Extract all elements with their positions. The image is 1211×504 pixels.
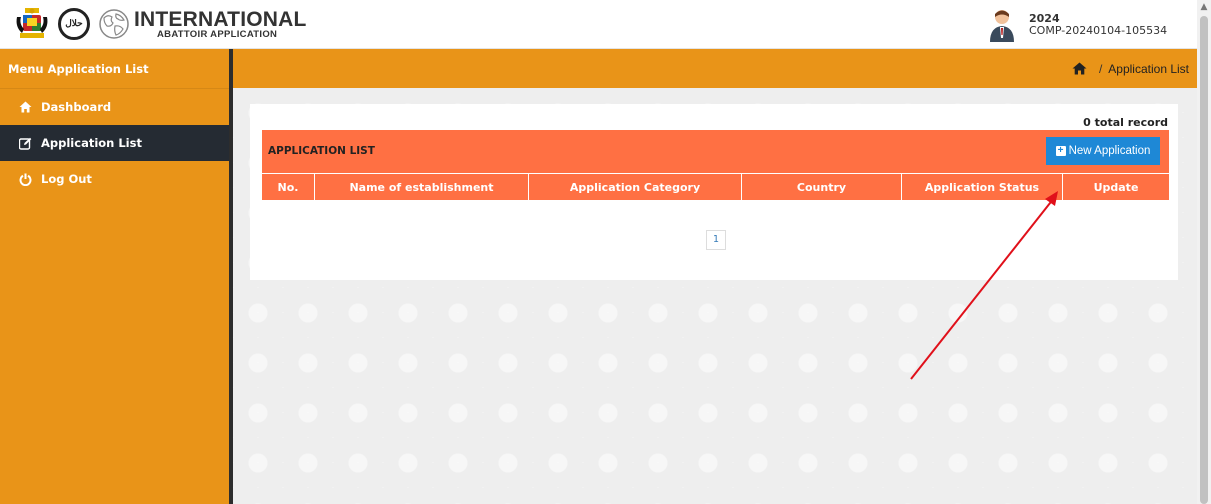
brand-subtitle: ABATTOIR APPLICATION (157, 28, 278, 40)
sidebar-item-label: Application List (41, 136, 142, 150)
column-header-no[interactable]: No. (262, 173, 315, 200)
home-icon[interactable] (1072, 62, 1087, 75)
new-application-label: New Application (1068, 145, 1151, 157)
halal-logo: حلال (58, 8, 90, 40)
table-header-row: No. Name of establishment Application Ca… (262, 173, 1169, 200)
user-id: COMP-20240104-105534 (1029, 24, 1168, 37)
new-application-button[interactable]: + New Application (1046, 137, 1160, 165)
sidebar-item-label: Log Out (41, 172, 92, 186)
top-header: حلال INTERNATIONAL ABATTOIR APPLICATION … (0, 0, 1208, 49)
user-avatar-icon (990, 10, 1014, 42)
list-title: APPLICATION LIST (268, 145, 375, 157)
sidebar-item-dashboard[interactable]: Dashboard (0, 89, 229, 125)
globe-logo (99, 9, 129, 39)
sidebar-item-label: Dashboard (41, 100, 112, 114)
user-menu[interactable]: 2024 COMP-20240104-105534 (989, 6, 1208, 44)
content-header: / Application List (233, 49, 1197, 88)
brand-title: INTERNATIONAL (134, 7, 307, 31)
power-icon (17, 171, 33, 187)
application-list-panel: 0 total record APPLICATION LIST + New Ap… (250, 104, 1178, 280)
sidebar: Menu Application List Dashboard Applicat… (0, 49, 229, 504)
column-header-status[interactable]: Application Status (901, 173, 1063, 200)
sidebar-title: Menu Application List (0, 49, 229, 89)
column-header-category[interactable]: Application Category (528, 173, 742, 200)
scroll-thumb[interactable] (1200, 16, 1208, 504)
logo-area: حلال INTERNATIONAL ABATTOIR APPLICATION (14, 7, 307, 41)
user-info: 2024 COMP-20240104-105534 (1029, 12, 1168, 37)
total-record-count: 0 total record (1083, 116, 1168, 129)
column-header-country[interactable]: Country (741, 173, 902, 200)
column-header-update[interactable]: Update (1062, 173, 1169, 200)
scroll-up-arrow-icon[interactable]: ▲ (1197, 0, 1211, 14)
pagination-page[interactable]: 1 (706, 230, 726, 250)
edit-icon (17, 135, 33, 151)
home-icon (17, 99, 33, 115)
coat-of-arms-logo (16, 8, 48, 38)
brand-text: INTERNATIONAL ABATTOIR APPLICATION (134, 9, 307, 40)
application-table: No. Name of establishment Application Ca… (262, 173, 1169, 200)
plus-square-icon: + (1055, 146, 1066, 156)
page-scrollbar[interactable]: ▲ (1197, 0, 1211, 504)
breadcrumb: / Application List (1072, 49, 1189, 88)
list-header-bar: APPLICATION LIST + New Application (262, 130, 1169, 173)
breadcrumb-current: Application List (1108, 61, 1189, 76)
column-header-establishment[interactable]: Name of establishment (314, 173, 529, 200)
sidebar-item-application-list[interactable]: Application List (0, 125, 229, 161)
sidebar-item-log-out[interactable]: Log Out (0, 161, 229, 197)
breadcrumb-separator: / (1098, 61, 1103, 76)
